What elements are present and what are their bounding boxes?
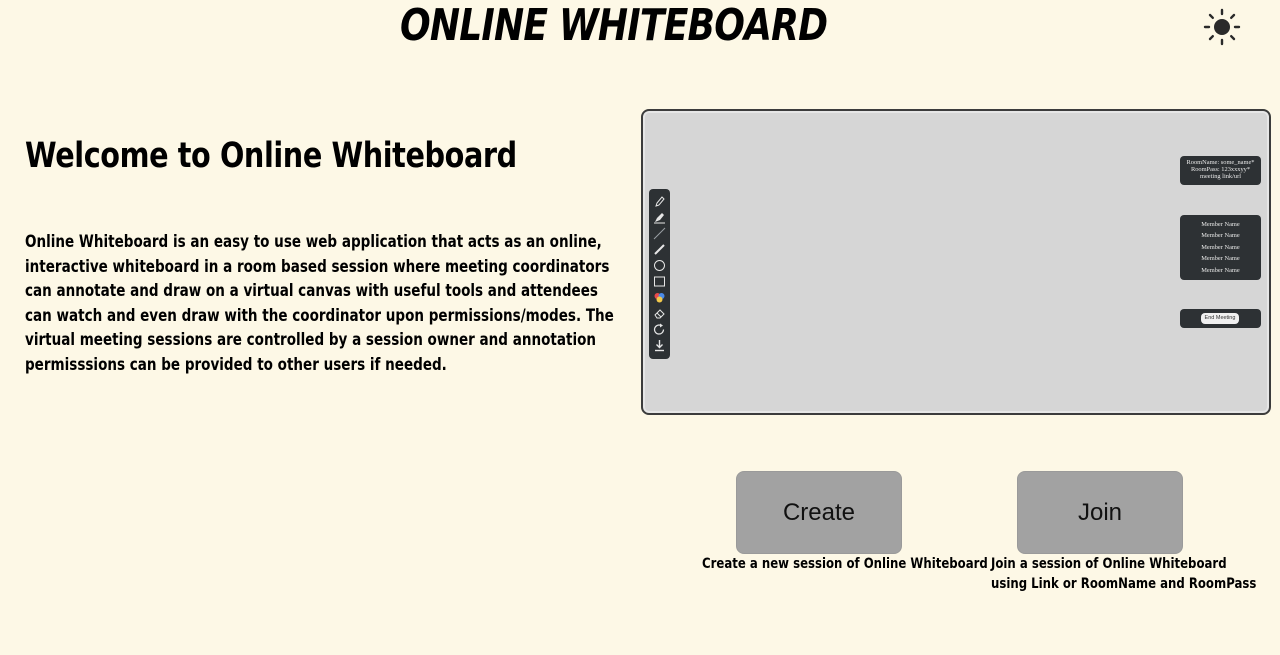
members-panel: Member Name Member Name Member Name Memb…	[1180, 215, 1261, 280]
member-item: Member Name	[1201, 232, 1240, 240]
member-item: Member Name	[1201, 255, 1240, 263]
join-caption-line-2: using Link or RoomName and RoomPass	[991, 575, 1257, 592]
reset-icon	[653, 323, 665, 335]
create-button[interactable]: Create	[736, 471, 902, 554]
download-icon	[655, 340, 664, 352]
preview-toolbar	[649, 189, 670, 359]
welcome-heading: Welcome to Online Whiteboard	[25, 136, 517, 176]
member-item: Member Name	[1201, 243, 1240, 251]
color-palette-icon	[654, 293, 665, 303]
pencil-icon	[655, 196, 665, 207]
create-caption: Create a new session of Online Whiteboar…	[702, 555, 988, 575]
join-button[interactable]: Join	[1017, 471, 1183, 554]
highlighter-icon	[654, 213, 665, 224]
join-caption-line-1: Join a session of Online Whiteboard	[991, 556, 1227, 572]
create-caption-text: Create a new session of Online Whiteboar…	[702, 556, 988, 572]
intro-description: Online Whiteboard is an easy to use web …	[25, 232, 614, 374]
member-item: Member Name	[1201, 221, 1240, 228]
member-item: Member Name	[1201, 266, 1240, 274]
room-name-text: RoomName: some_name*	[1186, 159, 1255, 166]
end-meeting-panel: End Meeting	[1180, 309, 1261, 328]
app-title: ONLINE WHITEBOARD	[400, 0, 828, 51]
eraser-icon	[654, 309, 665, 319]
room-pass-text: RoomPass: 123xxxyy*	[1190, 166, 1251, 173]
join-caption: Join a session of Online Whiteboard usin…	[991, 555, 1256, 594]
rectangle-icon	[654, 276, 665, 287]
theme-toggle-button[interactable]	[1203, 8, 1241, 46]
sun-icon	[1203, 8, 1241, 46]
circle-icon	[654, 260, 665, 271]
whiteboard-preview-image: RoomName: some_name* RoomPass: 123xxxyy*…	[641, 109, 1271, 415]
brush-icon	[654, 244, 665, 255]
room-info-panel: RoomName: some_name* RoomPass: 123xxxyy*…	[1180, 156, 1261, 185]
meeting-link-text: meeting link/url	[1200, 173, 1241, 180]
line-icon	[653, 227, 666, 240]
end-meeting-button: End Meeting	[1201, 313, 1239, 324]
